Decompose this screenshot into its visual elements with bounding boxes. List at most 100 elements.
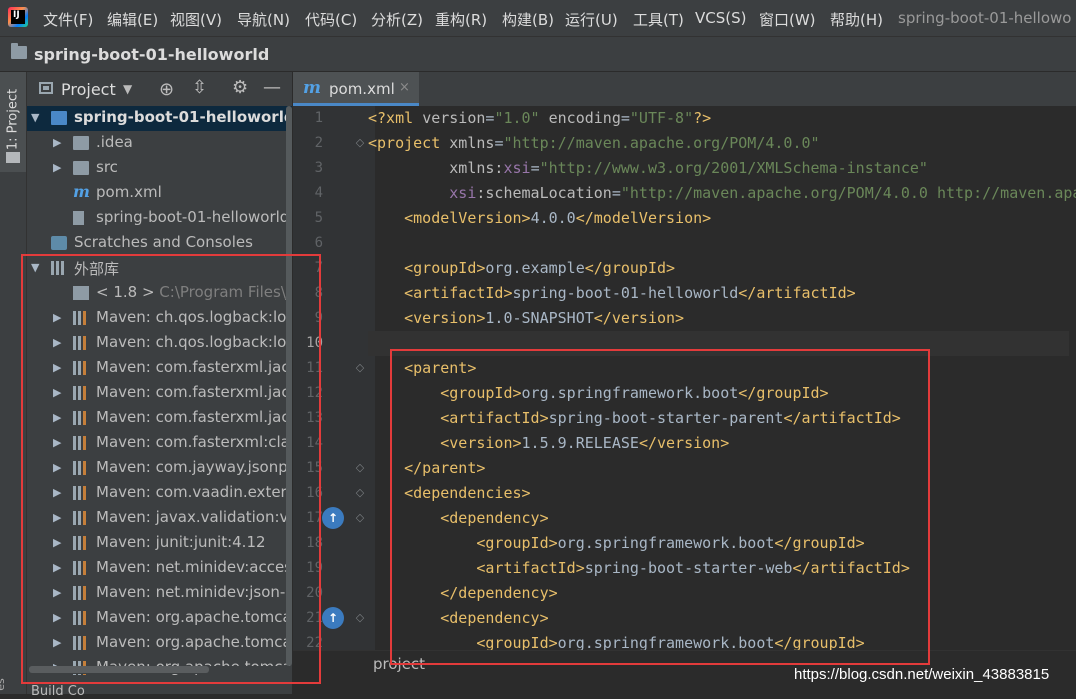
- menu-item[interactable]: 重构(R): [435, 9, 487, 30]
- folder-icon: [73, 161, 89, 175]
- code-token: =: [611, 184, 621, 202]
- code-line: <groupId>org.example</groupId>: [368, 256, 675, 281]
- code-token: <?xml: [368, 109, 423, 127]
- line-number: 5: [314, 210, 323, 226]
- menu-item[interactable]: 导航(N): [237, 9, 290, 30]
- menu-item[interactable]: 窗口(W): [759, 9, 816, 30]
- project-tool-tab[interactable]: 1: Project: [0, 72, 26, 172]
- tree-item-label: Scratches and Consoles: [74, 233, 253, 251]
- fold-marker-icon[interactable]: ◇: [354, 487, 366, 499]
- line-number: 4: [314, 185, 323, 201]
- collapsed-arrow-icon[interactable]: ▶: [53, 136, 61, 149]
- gear-icon[interactable]: ⚙: [232, 77, 248, 98]
- code-line: xmlns:xsi="http://www.w3.org/2001/XMLSch…: [368, 156, 928, 181]
- fold-marker-icon[interactable]: ◇: [354, 612, 366, 624]
- code-token: =: [620, 109, 630, 127]
- tree-item[interactable]: Scratches and Consoles: [27, 231, 292, 256]
- watermark: https://blog.csdn.net/weixin_43883815: [794, 666, 1050, 683]
- code-line: <version>1.0-SNAPSHOT</version>: [368, 306, 684, 331]
- menu-item[interactable]: 工具(T): [633, 9, 684, 30]
- structure-tool-tab-label[interactable]: es: [0, 678, 7, 691]
- menu-item[interactable]: 代码(C): [305, 9, 357, 30]
- navigate-to-parent-icon[interactable]: ↑: [322, 507, 344, 529]
- close-icon[interactable]: ×: [399, 80, 410, 95]
- code-token: <project: [368, 134, 450, 152]
- code-token: 1.0-SNAPSHOT: [485, 309, 594, 327]
- code-token: version: [422, 109, 486, 127]
- code-token: </version>: [593, 309, 685, 327]
- collapsed-arrow-icon[interactable]: ▶: [53, 161, 61, 174]
- menu-item[interactable]: 构建(B): [502, 9, 554, 30]
- line-number: 3: [314, 160, 323, 176]
- iml-file-icon: [73, 211, 84, 225]
- editor-tab-bar: m pom.xml ×: [293, 72, 1076, 107]
- chevron-down-icon[interactable]: ▼: [123, 82, 132, 96]
- collapse-all-icon[interactable]: ⇳: [192, 77, 207, 98]
- code-token: :schemaLocation: [476, 184, 612, 202]
- intellij-logo-icon: IJ: [8, 7, 28, 27]
- folder-icon: [73, 136, 89, 150]
- menu-item[interactable]: 视图(V): [170, 9, 222, 30]
- tree-item-label: .idea: [96, 133, 133, 151]
- fold-marker-icon[interactable]: ◇: [354, 137, 366, 149]
- code-line: <modelVersion>4.0.0</modelVersion>: [368, 206, 711, 231]
- minimize-icon[interactable]: —: [263, 77, 281, 98]
- fold-marker-icon[interactable]: ◇: [354, 362, 366, 374]
- navigate-to-parent-icon[interactable]: ↑: [322, 607, 344, 629]
- code-token: xmlns: [449, 134, 495, 152]
- menu-item[interactable]: 帮助(H): [830, 9, 883, 30]
- code-token: xmlns:: [449, 159, 504, 177]
- code-token: xsi: [503, 159, 531, 177]
- tree-item[interactable]: m pom.xml: [27, 181, 292, 206]
- line-number: 6: [314, 235, 323, 251]
- project-view-icon: [39, 82, 53, 94]
- menu-item[interactable]: 编辑(E): [107, 9, 158, 30]
- tab-label: pom.xml: [329, 80, 395, 98]
- code-token: "UTF-8": [629, 109, 694, 127]
- menu-item[interactable]: 分析(Z): [371, 9, 423, 30]
- code-token: "http://www.w3.org/2001/XMLSchema-instan…: [539, 159, 928, 177]
- tab-pom-xml[interactable]: m pom.xml ×: [293, 72, 419, 106]
- menu-item[interactable]: 运行(U): [565, 9, 618, 30]
- tree-item[interactable]: ▶ src: [27, 156, 292, 181]
- code-line: <?xml version="1.0" encoding="UTF-8"?>: [368, 106, 711, 131]
- code-token: =: [530, 159, 540, 177]
- tree-item-label: spring-boot-01-helloworld: [96, 208, 290, 226]
- tree-item-label: spring-boot-01-helloworld C: [74, 108, 292, 126]
- folder-icon: [6, 152, 20, 163]
- menu-item[interactable]: 文件(F): [43, 9, 93, 30]
- code-token: xsi: [449, 184, 477, 202]
- menu-item[interactable]: VCS(S): [695, 9, 746, 27]
- build-tool-tab[interactable]: Build Co: [31, 684, 85, 699]
- code-token: 4.0.0: [530, 209, 576, 227]
- tree-item-label: src: [96, 158, 118, 176]
- code-token: </groupId>: [584, 259, 676, 277]
- tree-item[interactable]: spring-boot-01-helloworld: [27, 206, 292, 231]
- breadcrumb-project[interactable]: spring-boot-01-helloworld: [34, 45, 269, 64]
- maven-file-icon: m: [303, 78, 321, 98]
- scratches-icon: [51, 236, 67, 250]
- maven-file-icon: m: [73, 182, 90, 201]
- tree-item[interactable]: ▼ spring-boot-01-helloworld C: [27, 106, 292, 131]
- expanded-arrow-icon[interactable]: ▼: [31, 111, 39, 124]
- tree-item[interactable]: ▶ .idea: [27, 131, 292, 156]
- code-line: <artifactId>spring-boot-01-helloworld</a…: [368, 281, 856, 306]
- folder-icon: [11, 43, 27, 59]
- locate-icon[interactable]: ⊕: [159, 79, 174, 100]
- code-token: org.example: [485, 259, 585, 277]
- fold-marker-icon[interactable]: ◇: [354, 512, 366, 524]
- annotation-box-external-libraries: [21, 254, 321, 684]
- project-panel-header: Project ▼ ⊕ ⇳ ⚙ —: [27, 72, 292, 107]
- project-view-selector[interactable]: Project: [61, 80, 116, 99]
- module-folder-icon: [51, 111, 67, 125]
- code-token: spring-boot-01-helloworld: [512, 284, 739, 302]
- fold-marker-icon[interactable]: ◇: [354, 462, 366, 474]
- tree-item-label: pom.xml: [96, 183, 162, 201]
- line-number: 2: [314, 135, 323, 151]
